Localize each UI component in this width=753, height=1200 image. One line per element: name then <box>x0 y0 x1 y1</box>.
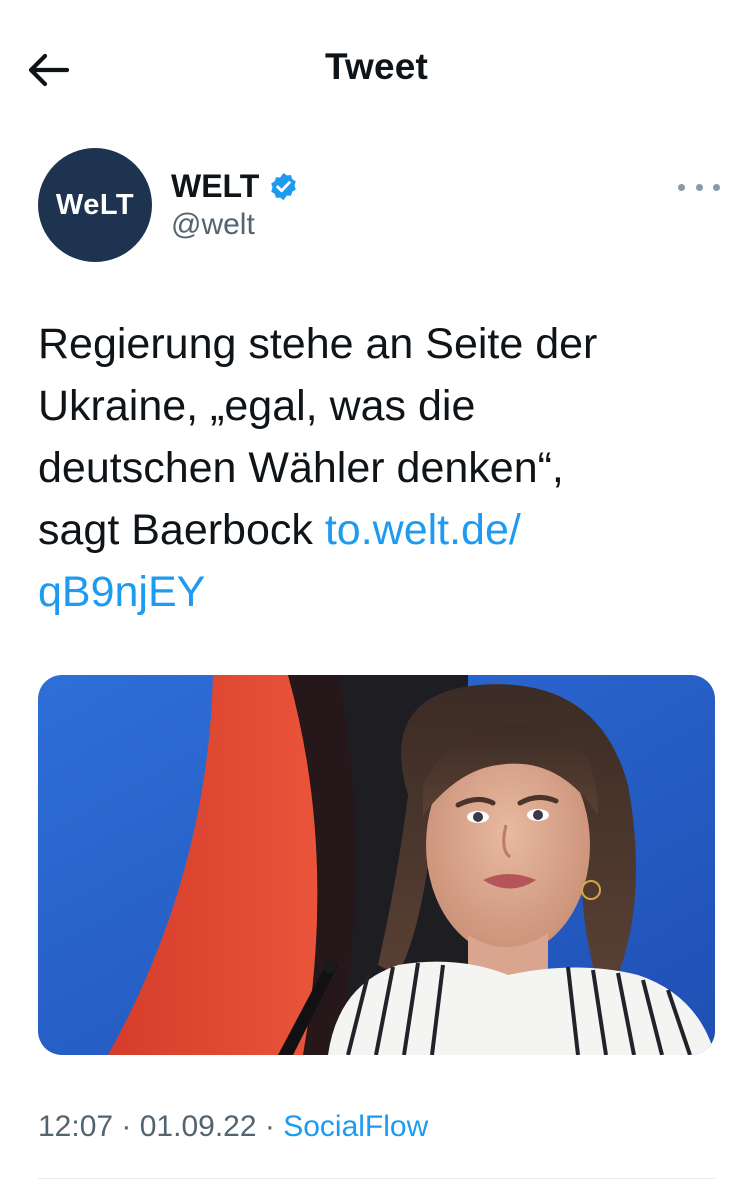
tweet-text-line: Ukraine, „egal, was die <box>38 382 476 430</box>
welt-logo: WeLT <box>55 188 135 221</box>
tweet-text-line: Regierung stehe an Seite der <box>38 320 598 368</box>
author-handle[interactable]: @welt <box>171 208 255 242</box>
tweet-source[interactable]: SocialFlow <box>283 1110 428 1143</box>
meta-separator: · <box>113 1110 140 1143</box>
verified-badge-icon <box>268 171 299 202</box>
tweet-link[interactable]: to.welt.de/ <box>325 506 521 554</box>
divider <box>38 1178 715 1179</box>
tweet-date: 01.09.22 <box>139 1110 257 1143</box>
more-options-icon-dot <box>695 183 703 191</box>
tweet-text-line: deutschen Wähler denken“, <box>38 444 564 492</box>
tweet-time: 12:07 <box>38 1110 114 1143</box>
tweet-author: WeLT WELT @welt <box>38 148 720 268</box>
more-options-icon <box>678 183 685 191</box>
tweet-text-segment: sagt Baerbock <box>38 506 325 554</box>
more-options-button[interactable] <box>678 172 720 202</box>
tweet-text: Regierung stehe an Seite der Ukraine, „e… <box>38 313 718 623</box>
tweet-text-line: sagt Baerbock to.welt.de/ <box>38 499 718 561</box>
author-name[interactable]: WELT <box>171 168 259 205</box>
tweet-photo <box>38 675 715 1055</box>
header: Tweet <box>0 0 753 140</box>
tweet-link-continued[interactable]: qB9njEY <box>38 568 205 616</box>
meta-separator: · <box>256 1110 284 1143</box>
tweet-image[interactable] <box>38 675 715 1055</box>
page-title: Tweet <box>324 46 429 87</box>
author-name-row: WELT <box>171 168 299 205</box>
tweet-meta: 12:07 · 01.09.22 · SocialFlow <box>38 1110 428 1144</box>
tweet-text-line: qB9njEY <box>38 561 718 623</box>
more-options-icon-dot <box>713 183 720 191</box>
avatar[interactable]: WeLT <box>38 148 152 262</box>
